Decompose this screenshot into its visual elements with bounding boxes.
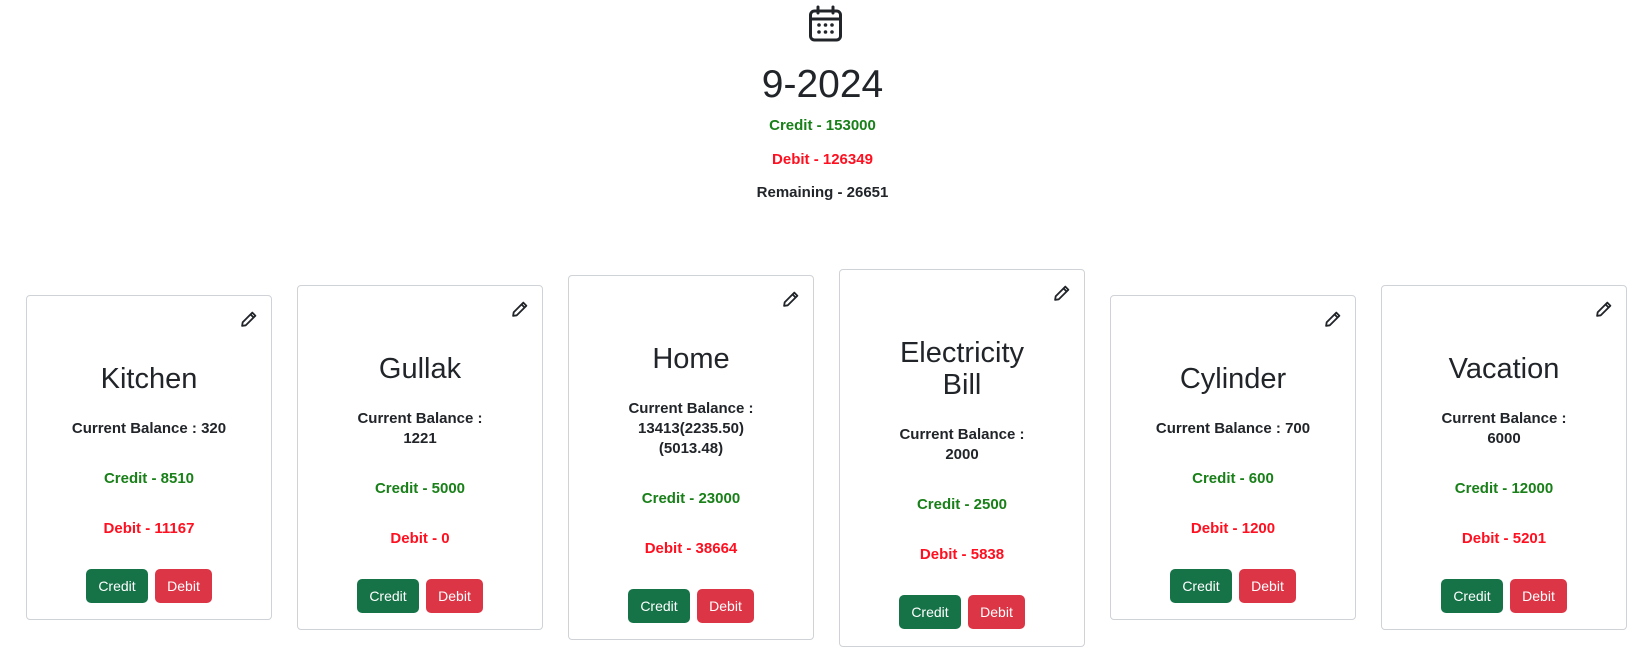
card-actions: Credit Debit [1382, 579, 1626, 613]
card-debit: Debit - 0 [390, 530, 450, 547]
current-balance: Current Balance : 320 [71, 420, 227, 437]
credit-button[interactable]: Credit [628, 589, 690, 623]
debit-button[interactable]: Debit [1510, 579, 1567, 613]
card-debit: Debit - 1200 [1190, 520, 1276, 537]
pencil-icon[interactable] [1596, 301, 1612, 317]
budget-page: 9-2024 Credit - 153000 Debit - 126349 Re… [0, 0, 1645, 672]
card-title: Electricity Bill [899, 337, 1025, 401]
current-balance: Current Balance : 6000 [1441, 410, 1567, 447]
card-actions: Credit Debit [27, 569, 271, 603]
category-card-kitchen: Kitchen Current Balance : 320 Credit - 8… [26, 295, 272, 620]
card-debit: Debit - 38664 [644, 540, 738, 557]
category-card-electricity-bill: Electricity Bill Current Balance : 2000 … [839, 269, 1085, 647]
calendar-icon[interactable] [808, 5, 843, 42]
debit-button[interactable]: Debit [426, 579, 483, 613]
debit-button[interactable]: Debit [1239, 569, 1296, 603]
pencil-icon[interactable] [241, 311, 257, 327]
card-credit: Credit - 600 [1192, 470, 1274, 487]
pencil-icon[interactable] [1054, 285, 1070, 301]
card-actions: Credit Debit [1111, 569, 1355, 603]
pencil-icon[interactable] [783, 291, 799, 307]
month-title: 9-2024 [761, 63, 884, 106]
category-card-cylinder: Cylinder Current Balance : 700 Credit - … [1110, 295, 1356, 620]
category-card-vacation: Vacation Current Balance : 6000 Credit -… [1381, 285, 1627, 630]
card-debit: Debit - 11167 [103, 520, 195, 537]
card-credit: Credit - 5000 [374, 480, 466, 497]
total-debit: Debit - 126349 [772, 151, 873, 168]
card-actions: Credit Debit [298, 579, 542, 613]
current-balance: Current Balance : 13413(2235.50)(5013.48… [628, 400, 754, 457]
debit-button[interactable]: Debit [968, 595, 1025, 629]
category-card-gullak: Gullak Current Balance : 1221 Credit - 5… [297, 285, 543, 630]
card-debit: Debit - 5201 [1461, 530, 1547, 547]
card-title: Vacation [1448, 353, 1560, 385]
credit-button[interactable]: Credit [86, 569, 148, 603]
card-credit: Credit - 23000 [641, 490, 741, 507]
card-title: Cylinder [1179, 363, 1287, 395]
card-actions: Credit Debit [840, 595, 1084, 629]
card-debit: Debit - 5838 [919, 546, 1005, 563]
pencil-icon[interactable] [512, 301, 528, 317]
total-remaining: Remaining - 26651 [756, 184, 889, 201]
credit-button[interactable]: Credit [357, 579, 419, 613]
current-balance: Current Balance : 2000 [899, 426, 1025, 463]
category-card-home: Home Current Balance : 13413(2235.50)(50… [568, 275, 814, 640]
current-balance: Current Balance : 700 [1155, 420, 1311, 437]
total-credit: Credit - 153000 [769, 117, 876, 134]
debit-button[interactable]: Debit [697, 589, 754, 623]
pencil-icon[interactable] [1325, 311, 1341, 327]
card-actions: Credit Debit [569, 589, 813, 623]
current-balance: Current Balance : 1221 [357, 410, 483, 447]
card-credit: Credit - 2500 [916, 496, 1008, 513]
card-title: Kitchen [100, 363, 198, 395]
card-title: Gullak [378, 353, 462, 385]
debit-button[interactable]: Debit [155, 569, 212, 603]
credit-button[interactable]: Credit [899, 595, 961, 629]
credit-button[interactable]: Credit [1441, 579, 1503, 613]
card-title: Home [652, 343, 730, 375]
credit-button[interactable]: Credit [1170, 569, 1232, 603]
card-credit: Credit - 12000 [1454, 480, 1554, 497]
card-credit: Credit - 8510 [103, 470, 195, 487]
